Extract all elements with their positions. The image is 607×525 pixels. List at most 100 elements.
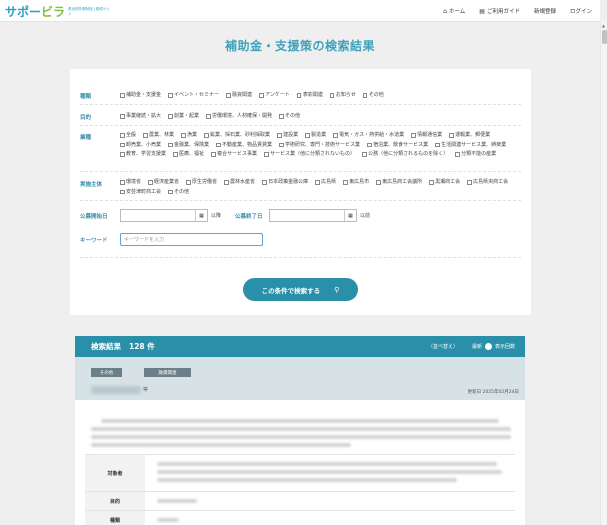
checkbox[interactable] — [362, 93, 368, 98]
filter-option[interactable]: 日本政策金融公庫 — [262, 179, 308, 186]
result-card[interactable]: その他 融資関連 等 更新日 2025年02月24日 対象者 目的 種類 — [75, 357, 525, 525]
checkbox[interactable] — [449, 133, 454, 138]
filter-option[interactable]: 東広島商工会議所 — [376, 179, 422, 186]
checkbox[interactable] — [216, 142, 221, 148]
checkbox[interactable] — [186, 180, 191, 185]
checkbox[interactable] — [168, 93, 173, 98]
nav-register[interactable]: 新規登録 — [534, 7, 556, 15]
filter-option[interactable]: イベント・セミナー — [168, 91, 219, 100]
sort-toggle[interactable] — [484, 343, 492, 350]
checkbox[interactable] — [362, 152, 367, 157]
filter-option[interactable]: 創業・起業 — [168, 112, 199, 121]
filter-option[interactable]: その他 — [168, 189, 189, 196]
checkbox[interactable] — [168, 114, 173, 119]
nav-home[interactable]: ⌂ ホーム — [443, 7, 465, 16]
checkbox[interactable] — [143, 133, 148, 138]
filter-option[interactable]: 労働環境、人材確保・開発 — [206, 112, 272, 121]
filter-option[interactable]: 補助金・支援金 — [120, 91, 161, 100]
filter-option[interactable]: アンケート — [259, 91, 290, 100]
filter-option[interactable]: 卸売業、小売業 — [120, 142, 161, 149]
filter-option[interactable]: お知らせ — [329, 91, 356, 100]
checkbox[interactable] — [277, 133, 282, 138]
checkbox[interactable] — [120, 152, 125, 157]
scroll-thumb[interactable] — [602, 30, 607, 44]
checkbox[interactable] — [262, 180, 267, 185]
calendar-icon[interactable]: ▦ — [195, 210, 207, 221]
checkbox[interactable] — [120, 189, 125, 195]
keyword-input[interactable]: キーワードを入力 — [120, 233, 263, 246]
filter-option[interactable]: 宿泊業、飲食サービス業 — [367, 142, 428, 149]
checkbox[interactable] — [206, 114, 211, 119]
checkbox[interactable] — [226, 93, 231, 98]
filter-option[interactable]: 農林水産省 — [224, 179, 255, 186]
checkbox[interactable] — [211, 152, 216, 157]
search-button[interactable]: この条件で検索する ⚲ — [243, 278, 358, 301]
checkbox[interactable] — [120, 142, 125, 148]
page-scrollbar[interactable]: ▲ — [600, 22, 607, 525]
checkbox[interactable] — [429, 180, 434, 185]
checkbox[interactable] — [173, 152, 178, 157]
date-start-input[interactable]: ▦ — [120, 209, 208, 222]
checkbox[interactable] — [411, 133, 416, 138]
filter-option[interactable]: 経済産業省 — [148, 179, 179, 186]
checkbox[interactable] — [120, 114, 125, 119]
checkbox[interactable] — [181, 133, 186, 138]
filter-option[interactable]: 不動産業、物品賃貸業 — [216, 142, 272, 149]
filter-option[interactable]: 漁業 — [181, 132, 197, 139]
filter-option[interactable]: 広島県央商工会 — [467, 179, 508, 186]
checkbox[interactable] — [296, 93, 302, 98]
filter-option[interactable]: 分類不能の産業 — [455, 151, 496, 158]
checkbox[interactable] — [259, 93, 264, 98]
checkbox[interactable] — [279, 114, 284, 119]
filter-option[interactable]: サービス業（他に分類されないもの） — [264, 151, 355, 158]
filter-option[interactable]: その他 — [279, 112, 300, 121]
filter-option[interactable]: 農業、林業 — [143, 132, 174, 139]
checkbox[interactable] — [224, 180, 229, 185]
result-title[interactable] — [91, 386, 141, 394]
filter-option[interactable]: 学術研究、専門・技術サービス業 — [279, 142, 360, 149]
checkbox[interactable] — [333, 133, 338, 138]
checkbox[interactable] — [376, 180, 381, 185]
filter-option[interactable]: 公務（他に分類されるものを除く） — [362, 151, 448, 158]
checkbox[interactable] — [455, 152, 460, 157]
checkbox[interactable] — [264, 152, 269, 157]
filter-option[interactable]: 安芸津町商工会 — [120, 189, 161, 196]
checkbox[interactable] — [279, 142, 284, 148]
filter-option[interactable]: 製造業 — [305, 132, 326, 139]
checkbox[interactable] — [168, 189, 173, 195]
nav-login[interactable]: ログイン — [570, 7, 592, 15]
checkbox[interactable] — [367, 142, 372, 148]
filter-option[interactable]: 表彰関連 — [296, 91, 323, 100]
filter-option[interactable]: 建設業 — [277, 132, 298, 139]
filter-option[interactable]: 環境省 — [120, 179, 141, 186]
filter-option[interactable]: 情報通信業 — [411, 132, 442, 139]
sort-newest[interactable]: 最新 — [472, 343, 482, 350]
checkbox[interactable] — [305, 133, 310, 138]
filter-option[interactable]: 教育、学習支援業 — [120, 151, 166, 158]
calendar-icon[interactable]: ▦ — [344, 210, 356, 221]
filter-option[interactable]: 複合サービス事業 — [211, 151, 257, 158]
checkbox[interactable] — [315, 180, 320, 185]
filter-option[interactable]: 融資関連 — [226, 91, 252, 100]
checkbox[interactable] — [120, 180, 125, 185]
nav-guide[interactable]: ▤ ご利用ガイド — [479, 7, 520, 16]
checkbox[interactable] — [435, 142, 440, 148]
filter-option[interactable]: 東広島市 — [343, 179, 369, 186]
sort-views[interactable]: 表示回数 — [495, 343, 515, 350]
site-logo[interactable]: サポービラ 県出資外郭財団 | 助成サイト — [5, 3, 112, 20]
checkbox[interactable] — [343, 180, 348, 185]
checkbox[interactable] — [148, 180, 153, 185]
date-end-input[interactable]: ▦ — [269, 209, 358, 222]
checkbox[interactable] — [467, 180, 472, 185]
checkbox[interactable] — [329, 93, 335, 98]
filter-option[interactable]: 黒瀬商工会 — [429, 179, 460, 186]
filter-option[interactable]: 金融業、保険業 — [168, 142, 209, 149]
scroll-up-icon[interactable]: ▲ — [602, 23, 605, 28]
filter-option[interactable]: 厚生労働省 — [186, 179, 217, 186]
filter-option[interactable]: 広島県 — [315, 179, 336, 186]
filter-option[interactable]: 鉱業、採石業、砂利採取業 — [204, 132, 270, 139]
filter-option[interactable]: その他 — [362, 91, 384, 100]
filter-option[interactable]: 全般 — [120, 132, 136, 139]
checkbox[interactable] — [204, 133, 209, 138]
checkbox[interactable] — [120, 93, 125, 98]
